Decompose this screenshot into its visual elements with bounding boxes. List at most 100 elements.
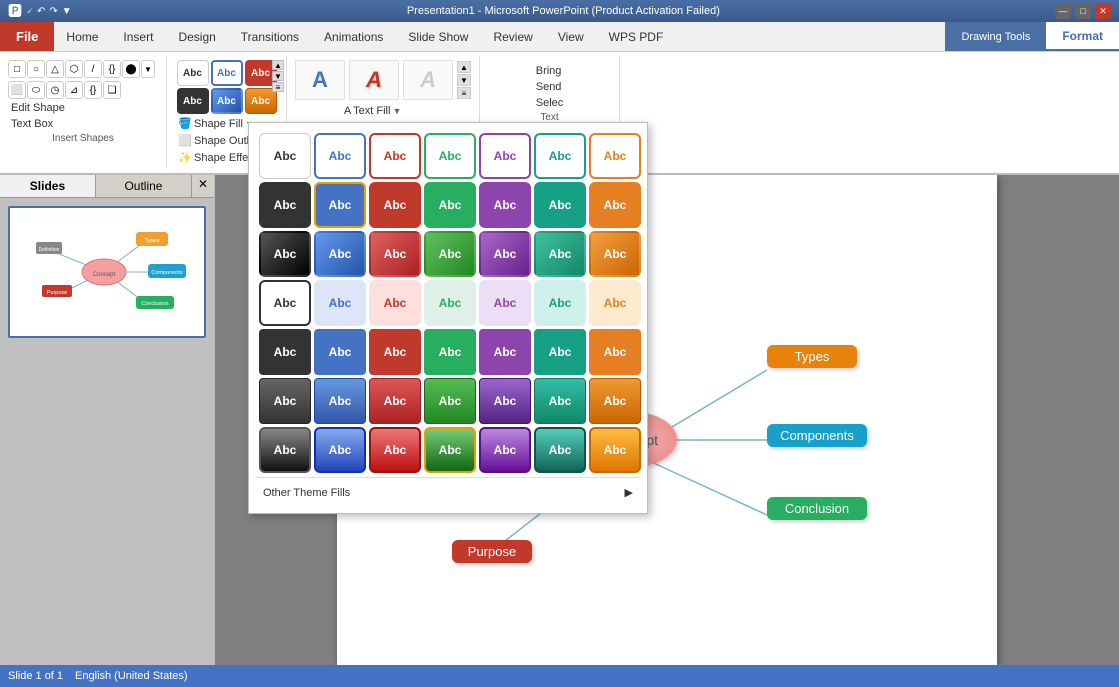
shape-tool-11[interactable]: ⊿ [65, 81, 83, 99]
types-box[interactable]: Types [767, 345, 857, 368]
style-cell-0-0[interactable]: Abc [259, 133, 311, 179]
style-cell-6-5[interactable]: Abc [534, 427, 586, 473]
minimize-button[interactable]: — [1055, 3, 1071, 19]
tab-format[interactable]: Format [1046, 22, 1119, 51]
tab-review[interactable]: Review [481, 22, 545, 51]
maximize-button[interactable]: □ [1075, 3, 1091, 19]
shape-styles-expand[interactable]: ≡ [272, 82, 284, 92]
tab-slideshow[interactable]: Slide Show [396, 22, 481, 51]
shape-tool-4[interactable]: ⬡ [65, 60, 83, 78]
shape-style-4[interactable]: Abc [211, 88, 243, 114]
shape-tool-3[interactable]: △ [46, 60, 64, 78]
wordart-btn-1[interactable]: A [295, 60, 345, 100]
style-cell-1-4[interactable]: Abc [479, 182, 531, 228]
shape-tool-1[interactable]: □ [8, 60, 26, 78]
shape-tool-2[interactable]: ○ [27, 60, 45, 78]
slide-1-thumbnail[interactable]: 1 Concept Types [8, 206, 206, 338]
wordart-scroll-down[interactable]: ▼ [457, 74, 471, 86]
tab-home[interactable]: Home [54, 22, 111, 51]
wordart-scroll-up[interactable]: ▲ [457, 61, 471, 73]
style-cell-3-0[interactable]: Abc [259, 280, 311, 326]
style-cell-0-3[interactable]: Abc [424, 133, 476, 179]
style-cell-4-2[interactable]: Abc [369, 329, 421, 375]
shape-style-1[interactable]: Abc [211, 60, 243, 86]
style-cell-2-2[interactable]: Abc [369, 231, 421, 277]
text-fill-button[interactable]: A Text Fill ▼ [341, 104, 425, 118]
shape-styles-scroll-up[interactable]: ▲ [272, 60, 284, 70]
shape-tool-9[interactable]: ⬭ [27, 81, 45, 99]
purpose-box[interactable]: Purpose [452, 540, 532, 563]
style-cell-1-3[interactable]: Abc [424, 182, 476, 228]
style-cell-6-2[interactable]: Abc [369, 427, 421, 473]
style-cell-0-5[interactable]: Abc [534, 133, 586, 179]
style-cell-5-2[interactable]: Abc [369, 378, 421, 424]
slides-tab[interactable]: Slides [0, 175, 96, 197]
style-cell-2-4[interactable]: Abc [479, 231, 531, 277]
style-cell-3-1[interactable]: Abc [314, 280, 366, 326]
style-cell-3-5[interactable]: Abc [534, 280, 586, 326]
style-cell-2-3[interactable]: Abc [424, 231, 476, 277]
shape-tool-13[interactable]: ❑ [103, 81, 121, 99]
style-cell-1-6[interactable]: Abc [589, 182, 641, 228]
style-cell-5-0[interactable]: Abc [259, 378, 311, 424]
style-cell-1-0[interactable]: Abc [259, 182, 311, 228]
style-cell-4-4[interactable]: Abc [479, 329, 531, 375]
style-cell-5-4[interactable]: Abc [479, 378, 531, 424]
wordart-btn-2[interactable]: A [349, 60, 399, 100]
style-cell-4-6[interactable]: Abc [589, 329, 641, 375]
shape-tool-8[interactable]: ⬜ [8, 81, 26, 99]
style-cell-6-6[interactable]: Abc [589, 427, 641, 473]
style-cell-6-4[interactable]: Abc [479, 427, 531, 473]
style-cell-5-6[interactable]: Abc [589, 378, 641, 424]
style-cell-1-2[interactable]: Abc [369, 182, 421, 228]
shape-style-3[interactable]: Abc [177, 88, 209, 114]
slides-area[interactable]: 1 Concept Types [0, 198, 214, 665]
style-cell-1-5[interactable]: Abc [534, 182, 586, 228]
selec-button[interactable]: Selec [533, 96, 567, 110]
style-cell-6-3[interactable]: Abc [424, 427, 476, 473]
shape-styles-scroll-down[interactable]: ▼ [272, 71, 284, 81]
close-panel-button[interactable]: ✕ [192, 175, 214, 197]
other-theme-fills-item[interactable]: Other Theme Fills ▶ [259, 484, 637, 501]
style-cell-3-4[interactable]: Abc [479, 280, 531, 326]
bring-button[interactable]: Bring [533, 64, 567, 78]
tab-animations[interactable]: Animations [312, 22, 396, 51]
shape-tool-12[interactable]: {} [84, 81, 102, 99]
style-cell-2-6[interactable]: Abc [589, 231, 641, 277]
style-cell-5-5[interactable]: Abc [534, 378, 586, 424]
components-box[interactable]: Components [767, 424, 867, 447]
style-cell-0-2[interactable]: Abc [369, 133, 421, 179]
style-cell-0-4[interactable]: Abc [479, 133, 531, 179]
style-cell-4-0[interactable]: Abc [259, 329, 311, 375]
shape-style-0[interactable]: Abc [177, 60, 209, 86]
style-cell-6-0[interactable]: Abc [259, 427, 311, 473]
style-cell-4-1[interactable]: Abc [314, 329, 366, 375]
edit-shape-button[interactable]: Edit Shape [8, 101, 158, 115]
conclusion-box[interactable]: Conclusion [767, 497, 867, 520]
tab-transitions[interactable]: Transitions [229, 22, 312, 51]
style-cell-2-1[interactable]: Abc [314, 231, 366, 277]
outline-tab[interactable]: Outline [96, 175, 192, 197]
shape-tool-10[interactable]: ◷ [46, 81, 64, 99]
shape-styles-dropdown[interactable]: Abc Abc Abc Abc Abc Abc Abc Abc Abc Abc … [248, 122, 648, 514]
shape-tool-7[interactable]: ⬤ [122, 60, 140, 78]
wordart-btn-3[interactable]: A [403, 60, 453, 100]
style-cell-3-6[interactable]: Abc [589, 280, 641, 326]
tab-design[interactable]: Design [166, 22, 228, 51]
send-button[interactable]: Send [533, 80, 567, 94]
wordart-expand[interactable]: ≡ [457, 87, 471, 99]
tab-wps[interactable]: WPS PDF [597, 22, 677, 51]
style-cell-2-5[interactable]: Abc [534, 231, 586, 277]
shape-tool-5[interactable]: / [84, 60, 102, 78]
style-cell-2-0[interactable]: Abc [259, 231, 311, 277]
style-cell-0-1[interactable]: Abc [314, 133, 366, 179]
style-cell-3-3[interactable]: Abc [424, 280, 476, 326]
tab-view[interactable]: View [546, 22, 597, 51]
style-cell-5-3[interactable]: Abc [424, 378, 476, 424]
style-cell-0-6[interactable]: Abc [589, 133, 641, 179]
style-cell-3-2[interactable]: Abc [369, 280, 421, 326]
tab-insert[interactable]: Insert [111, 22, 166, 51]
close-button[interactable]: ✕ [1095, 3, 1111, 19]
style-cell-4-3[interactable]: Abc [424, 329, 476, 375]
style-cell-4-5[interactable]: Abc [534, 329, 586, 375]
